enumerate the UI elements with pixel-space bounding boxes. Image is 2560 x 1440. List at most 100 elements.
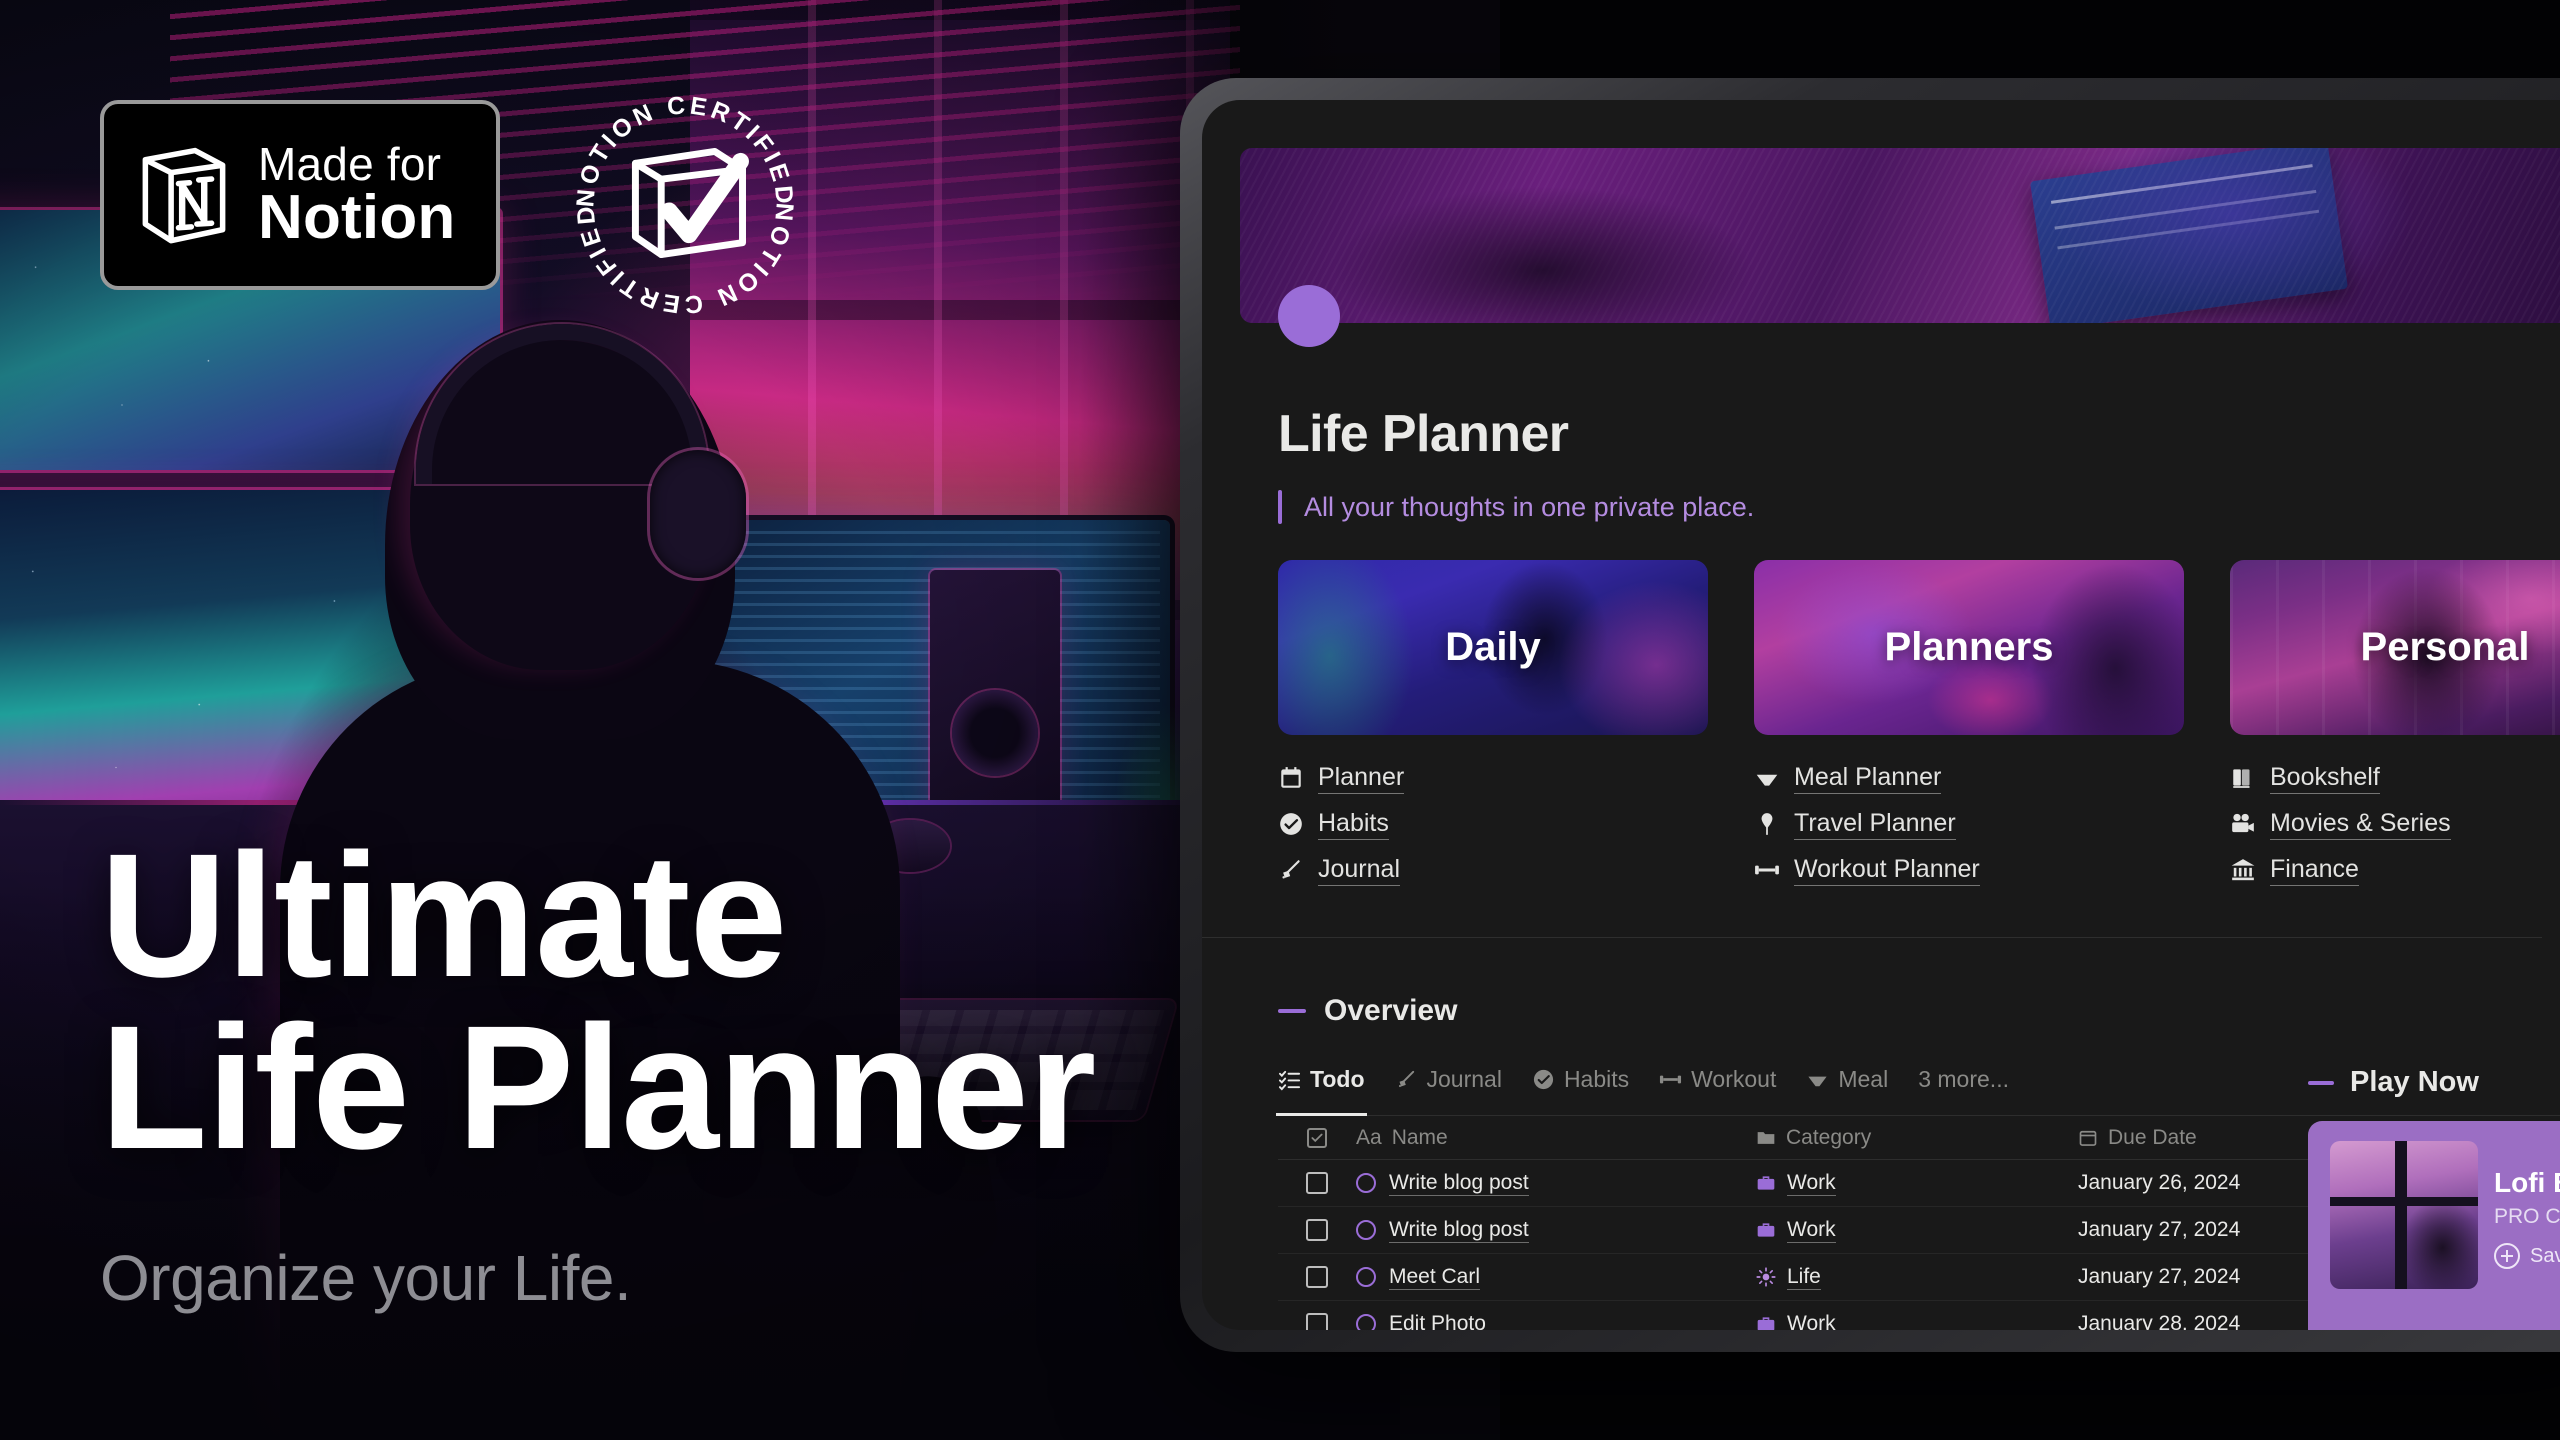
tab-label: Todo — [1310, 1066, 1365, 1092]
tab-more[interactable]: 3 more... — [1918, 1066, 2009, 1103]
category-link-label: Workout Planner — [1794, 854, 1980, 887]
save-on-spotify-button[interactable]: Save on — [2494, 1243, 2560, 1269]
category-link-label: Journal — [1318, 854, 1400, 887]
film-camera-icon — [2230, 811, 2256, 837]
row-due-date: January 27, 2024 — [2078, 1218, 2241, 1241]
row-name[interactable]: Write blog post — [1389, 1171, 1529, 1196]
check-circle-icon — [1532, 1068, 1555, 1091]
purple-circle-icon[interactable] — [1278, 285, 1340, 347]
save-label: Save on — [2530, 1244, 2560, 1267]
notion-page: Life Planner All your thoughts in one pr… — [1202, 100, 2560, 1330]
calendar-icon — [1278, 765, 1304, 791]
row-checkbox[interactable] — [1306, 1219, 1328, 1241]
checkbox-column-icon — [1307, 1127, 1327, 1148]
play-now-title: Play Now — [2350, 1066, 2479, 1098]
category-card-planners[interactable]: Planners — [1754, 560, 2184, 735]
row-checkbox[interactable] — [1306, 1266, 1328, 1288]
category-grid: Daily Planner Habits Journal Planners Me… — [1278, 560, 2560, 893]
tab-todo[interactable]: Todo — [1276, 1066, 1366, 1116]
page-quote: All your thoughts in one private place. — [1278, 490, 2560, 524]
artwork-speaker — [930, 570, 1060, 820]
cover-notebook — [2030, 148, 2349, 323]
plus-circle-icon — [2494, 1243, 2520, 1269]
status-ring-icon — [1356, 1314, 1376, 1330]
dumbbell-icon — [1659, 1068, 1682, 1091]
sun-icon — [1756, 1267, 1776, 1287]
column-header-name[interactable]: Aa Name — [1356, 1126, 1448, 1150]
tab-journal[interactable]: Journal — [1395, 1066, 1502, 1103]
category-link-bookshelf[interactable]: Bookshelf — [2230, 755, 2560, 801]
check-circle-icon — [1278, 811, 1304, 837]
row-checkbox[interactable] — [1306, 1313, 1328, 1330]
dumbbell-icon — [1754, 857, 1780, 883]
promo-banner: Made for Notion NOTION CERTIFIED NOTION … — [0, 0, 2560, 1440]
briefcase-icon — [1756, 1314, 1776, 1330]
row-category: Life — [1787, 1264, 1821, 1290]
row-name[interactable]: Edit Photo — [1389, 1312, 1486, 1331]
column-header-category[interactable]: Category — [1756, 1126, 1871, 1150]
spotify-embed[interactable]: Lofi Bol PRO Chill Save on PREVIEW ▶▶ — [2308, 1121, 2560, 1330]
category-link-travel-planner[interactable]: Travel Planner — [1754, 801, 2184, 847]
hero-title-line2: Life Planner — [100, 990, 1096, 1187]
category-column-planners: Planners Meal Planner Travel Planner Wor… — [1754, 560, 2184, 893]
tab-workout[interactable]: Workout — [1659, 1066, 1776, 1103]
tablet-device-mockup: Life Planner All your thoughts in one pr… — [1180, 78, 2560, 1352]
row-due-date: January 28, 2024 — [2078, 1312, 2241, 1330]
tab-label: 3 more... — [1918, 1066, 2009, 1092]
tab-habits[interactable]: Habits — [1532, 1066, 1629, 1103]
category-card-label: Personal — [2360, 625, 2530, 669]
status-ring-icon — [1356, 1173, 1376, 1193]
category-link-label: Travel Planner — [1794, 808, 1956, 841]
category-link-meal-planner[interactable]: Meal Planner — [1754, 755, 2184, 801]
notion-cube-icon — [138, 145, 230, 245]
hero-text-block: Ultimate Life Planner Organize your Life… — [100, 828, 1096, 1315]
row-category: Work — [1787, 1312, 1836, 1331]
track-title: Lofi Bol — [2494, 1167, 2560, 1198]
category-link-label: Habits — [1318, 808, 1389, 841]
category-link-workout-planner[interactable]: Workout Planner — [1754, 847, 2184, 893]
paintbrush-icon — [1278, 857, 1304, 883]
hero-title: Ultimate Life Planner — [100, 828, 1096, 1187]
notion-wordmark: Notion — [258, 183, 456, 252]
notion-check-cube-icon: NOTION CERTIFIED NOTION CERTIFIED — [572, 92, 794, 317]
category-link-label: Finance — [2270, 854, 2359, 887]
status-ring-icon — [1356, 1220, 1376, 1240]
quote-text: All your thoughts in one private place. — [1304, 491, 1755, 522]
category-link-label: Bookshelf — [2270, 762, 2380, 795]
hero-subtitle: Organize your Life. — [100, 1241, 632, 1314]
category-card-personal[interactable]: Personal — [2230, 560, 2560, 735]
category-link-habits[interactable]: Habits — [1278, 801, 1708, 847]
bank-icon — [2230, 857, 2256, 883]
quote-accent-bar — [1278, 490, 1282, 524]
row-name[interactable]: Meet Carl — [1389, 1265, 1481, 1290]
row-due-date: January 27, 2024 — [2078, 1265, 2241, 1288]
row-due-date: January 26, 2024 — [2078, 1171, 2241, 1194]
category-link-planner[interactable]: Planner — [1278, 755, 1708, 801]
overview-database: Todo Journal Habits Workout Meal 3 more.… — [1276, 1066, 2560, 1331]
category-column-personal: Personal Bookshelf Movies & Series Finan… — [2230, 560, 2560, 893]
track-artist: PRO Chill — [2494, 1205, 2560, 1228]
checklist-icon — [1278, 1068, 1301, 1091]
bowl-icon — [1806, 1068, 1829, 1091]
category-card-daily[interactable]: Daily — [1278, 560, 1708, 735]
row-name[interactable]: Write blog post — [1389, 1218, 1529, 1243]
category-link-label: Meal Planner — [1794, 762, 1942, 795]
row-checkbox[interactable] — [1306, 1172, 1328, 1194]
play-now-panel: Play Now Lofi Bol PRO Chill Save on — [2308, 1066, 2560, 1330]
tab-label: Workout — [1691, 1066, 1777, 1092]
category-link-label: Planner — [1318, 762, 1405, 795]
paintbrush-icon — [1395, 1068, 1418, 1091]
album-artwork — [2330, 1141, 2478, 1289]
category-column-daily: Daily Planner Habits Journal — [1278, 560, 1708, 893]
tab-meal[interactable]: Meal — [1806, 1066, 1888, 1103]
section-divider — [1202, 937, 2542, 938]
category-link-movies-series[interactable]: Movies & Series — [2230, 801, 2560, 847]
briefcase-icon — [1756, 1220, 1776, 1240]
tablet-screen: Life Planner All your thoughts in one pr… — [1202, 100, 2560, 1330]
section-dash-icon — [2308, 1080, 2334, 1085]
category-link-finance[interactable]: Finance — [2230, 847, 2560, 893]
calendar-small-icon — [2078, 1128, 2098, 1148]
category-link-label: Movies & Series — [2270, 808, 2451, 841]
category-link-journal[interactable]: Journal — [1278, 847, 1708, 893]
overview-title: Overview — [1324, 994, 1458, 1027]
